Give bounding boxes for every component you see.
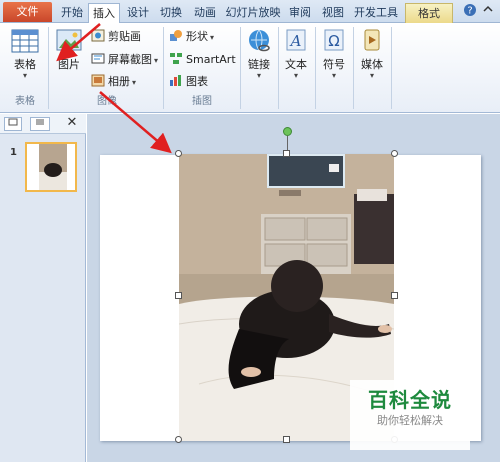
rotation-handle[interactable]	[283, 127, 292, 136]
resize-handle-right[interactable]	[391, 292, 398, 299]
tab-format[interactable]: 格式	[405, 3, 453, 23]
svg-text:Ω: Ω	[328, 32, 339, 50]
tab-insert[interactable]: 插入	[88, 3, 120, 24]
table-icon	[10, 27, 40, 55]
hyperlink-icon	[244, 27, 274, 55]
help-icon[interactable]: ?	[462, 3, 478, 19]
screenshot-icon	[91, 52, 105, 65]
rotation-stem	[287, 136, 288, 150]
slide-thumbnail[interactable]	[25, 142, 77, 192]
panel-tabs: ✕	[0, 114, 86, 134]
table-button[interactable]: 表格 ▾	[6, 27, 44, 81]
resize-handle-bottom[interactable]	[283, 436, 290, 443]
slides-panel: ✕ 1	[0, 114, 86, 462]
screenshot-button[interactable]: 屏幕截图 ▾	[91, 52, 158, 68]
picture-icon	[54, 27, 84, 55]
resize-handle-left[interactable]	[175, 292, 182, 299]
text-icon: A	[281, 27, 311, 55]
group-separator	[163, 27, 164, 109]
svg-text:?: ?	[467, 6, 472, 17]
group-label-tables: 表格	[15, 96, 35, 107]
tab-home[interactable]: 开始	[57, 3, 87, 23]
shapes-icon	[169, 29, 183, 42]
shapes-button[interactable]: 形状 ▾	[169, 29, 214, 45]
watermark-title: 百科全说	[368, 388, 452, 412]
group-separator	[48, 27, 49, 109]
tab-design[interactable]: 设计	[123, 3, 153, 23]
group-label-images: 图像	[97, 96, 117, 107]
clipart-button[interactable]: 剪贴画	[91, 29, 141, 45]
tab-file[interactable]: 文件	[3, 2, 52, 22]
symbol-icon: Ω	[319, 27, 349, 55]
chart-button[interactable]: 图表	[169, 74, 208, 90]
resize-handle-top-left[interactable]	[175, 150, 182, 157]
smartart-button[interactable]: SmartArt	[169, 52, 236, 68]
watermark: 百科全说 助你轻松解决	[350, 380, 470, 450]
smartart-icon	[169, 52, 183, 65]
watermark-subtitle: 助你轻松解决	[377, 414, 443, 427]
symbol-button[interactable]: Ω 符号 ▾	[318, 27, 350, 81]
minimize-ribbon-icon[interactable]	[480, 3, 496, 19]
resize-handle-top-right[interactable]	[391, 150, 398, 157]
group-separator	[278, 27, 279, 109]
svg-text:A: A	[289, 32, 302, 50]
group-separator	[391, 27, 392, 109]
text-button[interactable]: A 文本 ▾	[280, 27, 312, 81]
picture-button[interactable]: 图片	[52, 27, 86, 71]
media-button[interactable]: 媒体 ▾	[356, 27, 388, 81]
album-icon	[91, 74, 105, 87]
tab-developer[interactable]: 开发工具	[351, 3, 401, 23]
album-button[interactable]: 相册 ▾	[91, 74, 136, 90]
group-separator	[240, 27, 241, 109]
tab-slideshow[interactable]: 幻灯片放映	[223, 3, 283, 23]
slide-number: 1	[10, 147, 17, 158]
group-separator	[315, 27, 316, 109]
media-icon	[357, 27, 387, 55]
clipart-icon	[91, 29, 105, 42]
chart-icon	[169, 74, 183, 87]
tab-transitions[interactable]: 切换	[156, 3, 186, 23]
tab-review[interactable]: 审阅	[285, 3, 315, 23]
group-separator	[353, 27, 354, 109]
outline-tab[interactable]	[30, 117, 50, 131]
ribbon-tab-bar: 文件 开始 插入 设计 切换 动画 幻灯片放映 审阅 视图 开发工具 格式 ?	[0, 0, 500, 24]
slides-tab[interactable]	[4, 117, 22, 131]
resize-handle-top[interactable]	[283, 150, 290, 157]
hyperlink-button[interactable]: 链接 ▾	[243, 27, 275, 81]
tab-animations[interactable]: 动画	[189, 3, 221, 23]
group-label-illustrations: 插图	[192, 96, 212, 107]
ribbon: 表格 ▾ 表格 图片 剪贴画 屏幕截图 ▾ 相册 ▾ 图像 形状 ▾ SmartArt…	[0, 23, 500, 113]
resize-handle-bottom-left[interactable]	[175, 436, 182, 443]
tab-view[interactable]: 视图	[318, 3, 348, 23]
close-icon[interactable]: ✕	[65, 116, 79, 130]
